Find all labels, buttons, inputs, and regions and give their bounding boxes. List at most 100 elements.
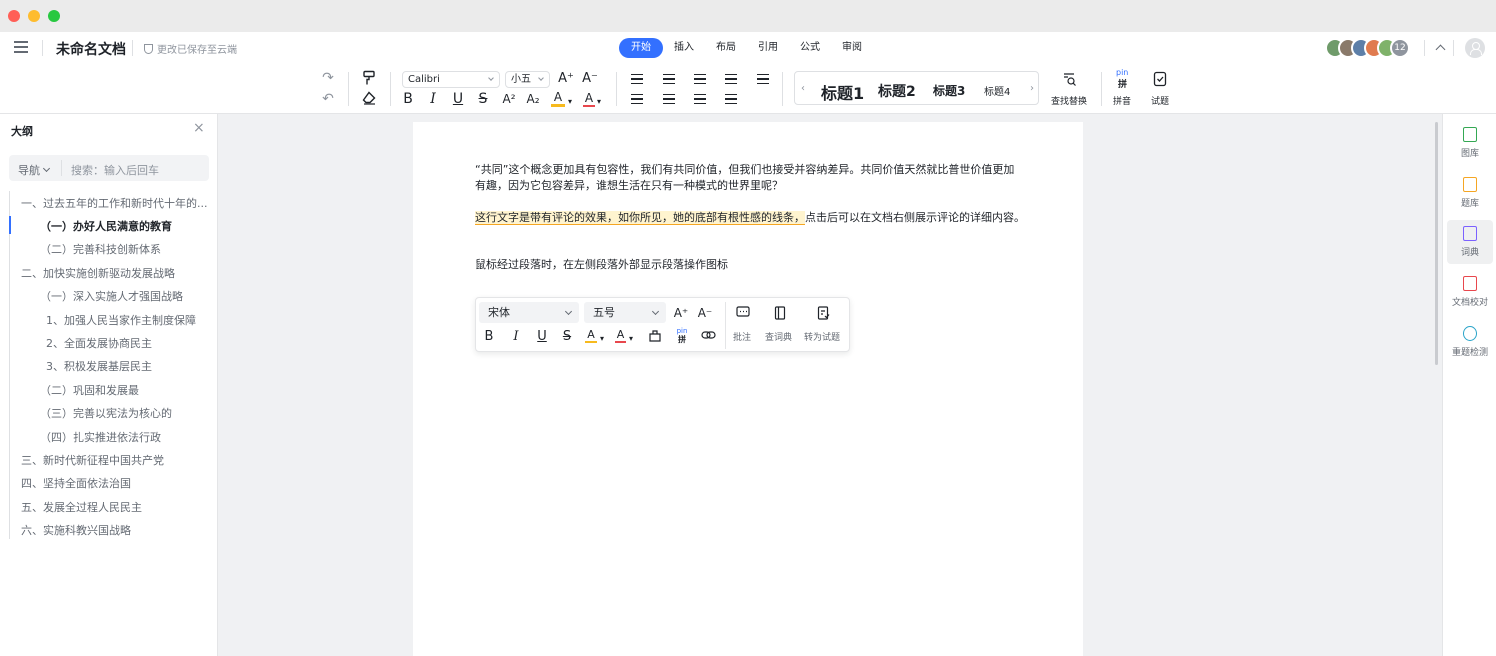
link-icon[interactable]: [700, 329, 716, 346]
heading-1-style[interactable]: 标题1: [821, 80, 864, 104]
subscript-button[interactable]: A₂: [524, 91, 542, 107]
float-shrink-font-button[interactable]: A⁻: [697, 305, 713, 321]
pinyin-icon[interactable]: 拼: [1118, 77, 1127, 90]
float-font-color-button[interactable]: A: [615, 329, 626, 343]
align-justify-icon[interactable]: [725, 94, 737, 104]
comment-icon[interactable]: [735, 306, 751, 324]
outline-item[interactable]: 二、加快实施创新驱动发展战略: [21, 265, 175, 281]
dictionary-icon[interactable]: [772, 306, 788, 325]
clear-format-icon[interactable]: [647, 329, 663, 348]
convert-to-quiz-label[interactable]: 转为试题: [804, 330, 840, 343]
numbered-list-icon[interactable]: [663, 74, 675, 84]
outline-item[interactable]: 一、过去五年的工作和新时代十年的...: [21, 195, 209, 211]
float-strikethrough-button[interactable]: S: [561, 329, 573, 345]
strikethrough-button[interactable]: S: [476, 91, 490, 107]
heading-2-style[interactable]: 标题2: [878, 81, 916, 101]
float-font-size-select[interactable]: 五号: [584, 302, 666, 323]
hamburger-menu-icon[interactable]: [14, 41, 28, 53]
find-replace-label[interactable]: 查找替换: [1051, 94, 1087, 107]
close-icon[interactable]: ×: [193, 121, 205, 135]
proofread-button[interactable]: 文档校对: [1447, 270, 1493, 314]
increase-indent-icon[interactable]: [725, 74, 737, 84]
float-pinyin-icon[interactable]: 拼: [676, 335, 688, 344]
commented-text[interactable]: 这行文字是带有评论的效果，如你所见，她的底部有根性感的线条，: [475, 211, 805, 225]
float-underline-button[interactable]: U: [536, 329, 548, 345]
tab-insert[interactable]: 插入: [663, 38, 705, 58]
pinyin-icon-top[interactable]: pin: [1116, 68, 1128, 77]
outline-item[interactable]: 五、发展全过程人民民主: [21, 499, 142, 515]
navigation-dropdown[interactable]: 导航: [18, 162, 51, 178]
float-pinyin-icon-top[interactable]: pin: [675, 327, 689, 335]
undo-icon[interactable]: ↶: [320, 91, 336, 107]
superscript-button[interactable]: A²: [500, 91, 518, 107]
font-color-button[interactable]: A: [583, 91, 595, 107]
outline-item[interactable]: 六、实施科教兴国战略: [21, 522, 131, 538]
format-painter-icon[interactable]: [361, 70, 377, 90]
quiz-label[interactable]: 试题: [1151, 94, 1169, 107]
paragraph[interactable]: 鼠标经过段落时，在左侧段落外部显示段落操作图标: [475, 257, 728, 273]
comment-label[interactable]: 批注: [733, 330, 751, 343]
float-bold-button[interactable]: B: [483, 329, 495, 345]
bold-button[interactable]: B: [401, 91, 415, 107]
convert-to-quiz-icon[interactable]: [815, 306, 831, 325]
float-italic-button[interactable]: I: [510, 329, 522, 345]
gallery-button[interactable]: 图库: [1447, 121, 1493, 165]
tab-review[interactable]: 审阅: [831, 38, 873, 58]
quiz-icon[interactable]: [1152, 71, 1168, 91]
chevron-right-icon[interactable]: ›: [1027, 81, 1037, 97]
dictionary-panel-button[interactable]: 词典: [1447, 220, 1493, 264]
tab-start[interactable]: 开始: [619, 38, 663, 58]
document-title[interactable]: 未命名文档: [56, 39, 126, 59]
chevron-down-icon[interactable]: ▾: [599, 331, 605, 347]
outline-item[interactable]: 1、加强人民当家作主制度保障: [46, 312, 196, 328]
heading-4-style[interactable]: 标题4: [984, 83, 1010, 98]
outline-item[interactable]: 四、坚持全面依法治国: [21, 475, 131, 491]
float-font-family-select[interactable]: 宋体: [479, 302, 579, 323]
eraser-icon[interactable]: [361, 91, 377, 109]
float-grow-font-button[interactable]: A⁺: [673, 305, 689, 321]
chevron-up-icon[interactable]: [1435, 44, 1446, 55]
bullet-list-icon[interactable]: [631, 74, 643, 84]
align-left-icon[interactable]: [631, 94, 643, 104]
duplicate-check-button[interactable]: 重题检测: [1447, 320, 1493, 364]
tab-layout[interactable]: 布局: [705, 38, 747, 58]
vertical-scrollbar[interactable]: [1435, 122, 1438, 365]
chevron-down-icon[interactable]: ▾: [567, 94, 573, 110]
float-highlight-button[interactable]: A: [585, 329, 597, 343]
outline-item[interactable]: 三、新时代新征程中国共产党: [21, 452, 164, 468]
shrink-font-button[interactable]: A⁻: [581, 71, 599, 87]
chevron-down-icon[interactable]: ▾: [596, 94, 602, 110]
tab-references[interactable]: 引用: [747, 38, 789, 58]
dictionary-label[interactable]: 查词典: [765, 330, 792, 343]
line-spacing-icon[interactable]: [757, 74, 769, 84]
chevron-left-icon[interactable]: ‹: [798, 81, 808, 97]
user-avatar-icon[interactable]: [1465, 38, 1485, 58]
outline-item[interactable]: 2、全面发展协商民主: [46, 335, 152, 351]
pinyin-label[interactable]: 拼音: [1113, 94, 1131, 107]
outline-search-input[interactable]: 搜索：输入后回车: [71, 162, 159, 178]
decrease-indent-icon[interactable]: [694, 74, 706, 84]
outline-item[interactable]: （三）完善以宪法为核心的: [40, 405, 172, 421]
minimize-window-button[interactable]: [28, 10, 40, 22]
grow-font-button[interactable]: A⁺: [557, 71, 575, 87]
outline-item[interactable]: （二）完善科技创新体系: [40, 241, 161, 257]
paragraph[interactable]: “共同”这个概念更加具有包容性，我们有共同价值，但我们也接受并容纳差异。共同价值…: [475, 162, 1014, 194]
maximize-window-button[interactable]: [48, 10, 60, 22]
outline-item[interactable]: （一）深入实施人才强国战略: [40, 288, 183, 304]
font-size-select[interactable]: 小五: [505, 71, 550, 88]
align-right-icon[interactable]: [694, 94, 706, 104]
paragraph-with-comment[interactable]: 这行文字是带有评论的效果，如你所见，她的底部有根性感的线条，点击后可以在文档右侧…: [475, 210, 1025, 226]
redo-icon[interactable]: ↷: [320, 70, 336, 86]
chevron-down-icon[interactable]: ▾: [628, 331, 634, 347]
collaborator-avatars[interactable]: 12: [1325, 38, 1410, 58]
outline-item[interactable]: （一）办好人民满意的教育: [40, 218, 172, 234]
document-page[interactable]: “共同”这个概念更加具有包容性，我们有共同价值，但我们也接受并容纳差异。共同价值…: [413, 122, 1083, 656]
outline-item[interactable]: （二）巩固和发展最: [40, 382, 139, 398]
align-center-icon[interactable]: [663, 94, 675, 104]
font-family-select[interactable]: Calibri: [402, 71, 500, 88]
highlight-color-button[interactable]: A: [551, 91, 565, 107]
heading-3-style[interactable]: 标题3: [933, 82, 965, 99]
close-window-button[interactable]: [8, 10, 20, 22]
underline-button[interactable]: U: [451, 91, 465, 107]
outline-item[interactable]: （四）扎实推进依法行政: [40, 429, 161, 445]
